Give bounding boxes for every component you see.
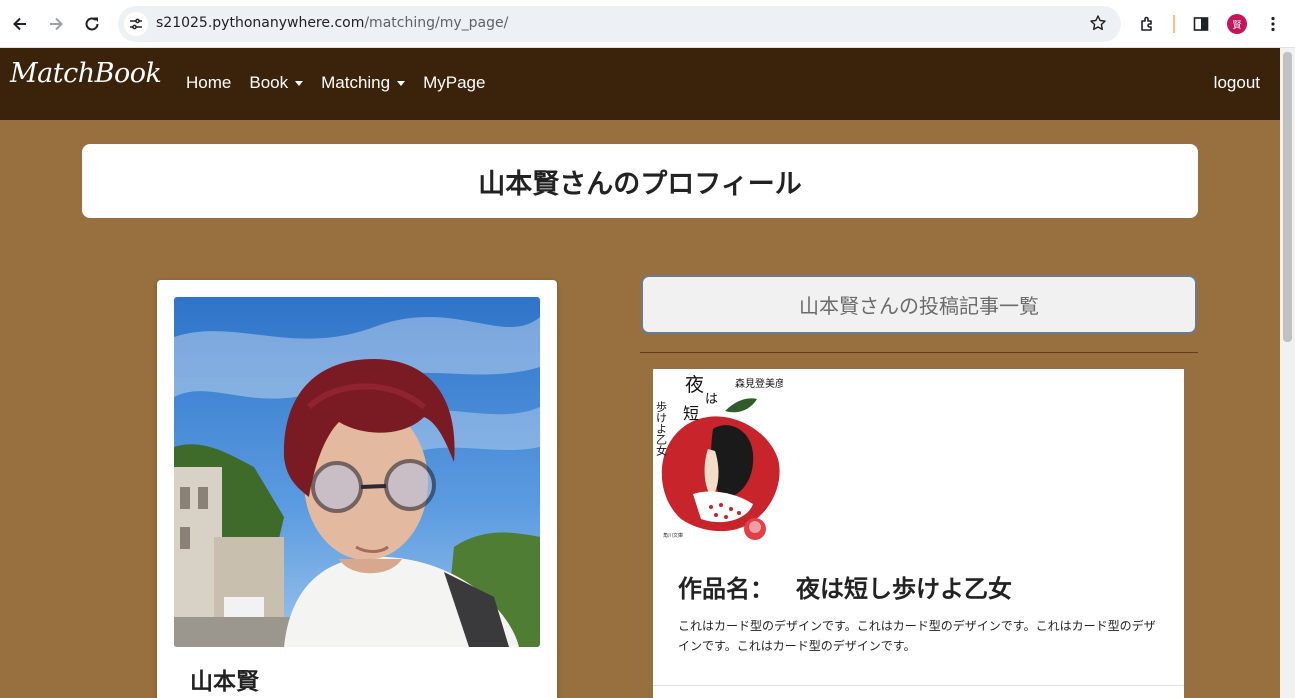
divider (640, 352, 1198, 353)
cover-title-char: 夜 (685, 374, 704, 396)
reload-icon[interactable] (80, 12, 104, 36)
nav-mypage-label: MyPage (423, 73, 486, 92)
cover-author: 森見登美彦 (735, 377, 783, 390)
post-title-text: 夜は短し歩けよ乙女 (796, 575, 1012, 603)
cover-publisher-mark: 角川文庫 (663, 532, 683, 539)
posts-list-label: 山本賢さんの投稿記事一覧 (799, 294, 1039, 318)
profile-name: 山本賢 (190, 669, 259, 695)
profile-photo (174, 297, 540, 647)
post-card-divider (653, 685, 1184, 686)
nav-links: Home Book Matching MyPage (186, 73, 503, 93)
post-description: これはカード型のデザインです。これはカード型のデザインです。これはカード型のデザ… (678, 619, 1156, 653)
menu-kebab-icon[interactable] (1261, 12, 1285, 36)
nav-matching-label: Matching (321, 73, 391, 92)
url-host: s21025.pythonanywhere.com (156, 15, 365, 31)
browser-toolbar: s21025.pythonanywhere.com/matching/my_pa… (0, 0, 1295, 48)
nav-home[interactable]: Home (186, 73, 231, 93)
logout-link[interactable]: logout (1214, 73, 1260, 93)
caret-down-icon (295, 80, 304, 86)
toolbar-separator (1173, 15, 1175, 33)
nav-mypage[interactable]: MyPage (423, 73, 485, 93)
bookmark-star-icon[interactable] (1089, 14, 1107, 36)
nav-home-label: Home (186, 73, 232, 92)
page-title: 山本賢さんのプロフィール (478, 168, 802, 200)
profile-card: 山本賢 (157, 280, 557, 698)
url-path: /matching/my_page/ (364, 15, 509, 31)
page-title-card: 山本賢さんのプロフィール (82, 144, 1198, 218)
cover-title-char: は (705, 392, 718, 407)
brand-logo[interactable]: MatchBook (10, 58, 162, 89)
cover-title-char: 短 (683, 404, 699, 423)
cover-title-vertical: 歩けよ乙女 (655, 400, 668, 457)
book-cover-image: 夜 は 短 歩けよ乙女 森見登美彦 角川文庫 (653, 369, 783, 549)
url-text: s21025.pythonanywhere.com/matching/my_pa… (156, 15, 508, 31)
post-title: 作品名： 夜は短し歩けよ乙女 (678, 569, 1012, 604)
post-card[interactable]: 夜 は 短 歩けよ乙女 森見登美彦 角川文庫 作品名： 夜は短し歩けよ乙女 これは… (653, 369, 1184, 698)
extensions-icon[interactable] (1136, 12, 1160, 36)
posts-list-button[interactable]: 山本賢さんの投稿記事一覧 (641, 275, 1197, 334)
caret-down-icon (397, 80, 406, 86)
page-scrollbar[interactable] (1280, 48, 1295, 698)
side-panel-icon[interactable] (1189, 12, 1213, 36)
back-icon[interactable] (8, 12, 32, 36)
post-title-prefix: 作品名： (678, 575, 774, 603)
nav-matching-dropdown[interactable]: Matching (321, 73, 406, 93)
scrollbar-thumb[interactable] (1283, 52, 1292, 342)
profile-avatar[interactable]: 賢 (1227, 14, 1247, 34)
nav-book-label: Book (249, 73, 289, 92)
site-navbar: MatchBook Home Book Matching MyPage logo… (0, 48, 1280, 120)
site-info-icon[interactable] (124, 12, 148, 36)
address-bar[interactable]: s21025.pythonanywhere.com/matching/my_pa… (118, 6, 1121, 42)
nav-book-dropdown[interactable]: Book (249, 73, 304, 93)
forward-icon[interactable] (44, 12, 68, 36)
